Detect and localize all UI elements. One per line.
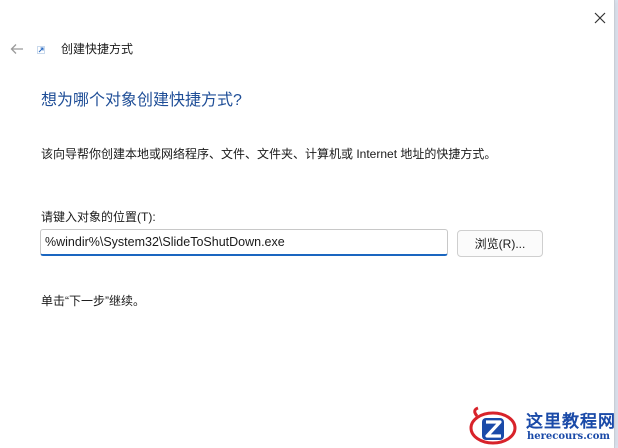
watermark-logo-icon (469, 406, 517, 445)
shortcut-arrow-icon (37, 46, 45, 54)
location-label: 请键入对象的位置(T): (41, 210, 156, 224)
watermark-domain: herecours.com (527, 431, 611, 442)
create-shortcut-window: 创建快捷方式 想为哪个对象创建快捷方式? 该向导帮你创建本地或网络程序、文件、文… (0, 0, 615, 448)
close-button[interactable] (583, 4, 617, 32)
continue-hint: 单击“下一步”继续。 (41, 294, 145, 308)
wizard-description: 该向导帮你创建本地或网络程序、文件、文件夹、计算机或 Internet 地址的快… (41, 147, 497, 161)
close-icon (594, 12, 606, 24)
location-input[interactable] (40, 229, 448, 256)
watermark: 这里教程网 herecours.com (466, 404, 616, 448)
browse-button[interactable]: 浏览(R)... (457, 230, 543, 257)
page-heading: 想为哪个对象创建快捷方式? (41, 92, 242, 109)
arrow-left-icon (10, 44, 23, 54)
window-title: 创建快捷方式 (61, 42, 134, 56)
watermark-title: 这里教程网 (526, 412, 616, 432)
back-button[interactable] (6, 38, 28, 60)
